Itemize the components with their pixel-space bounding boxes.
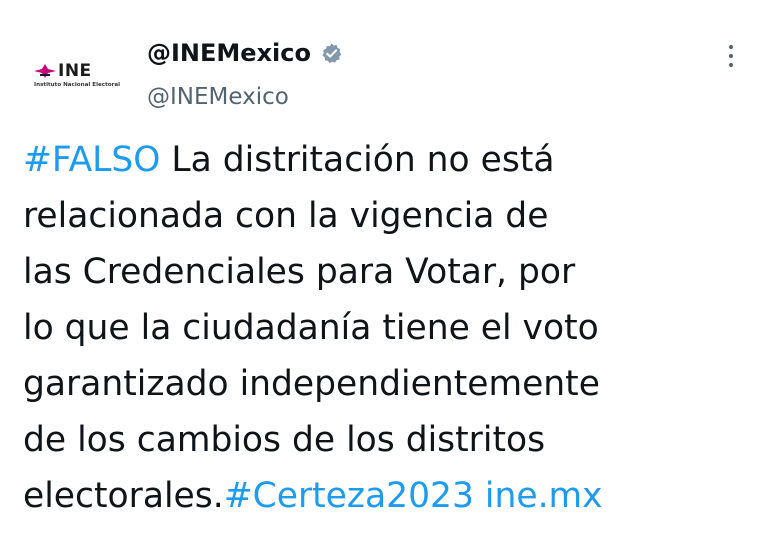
tweet-line-text: electorales. — [23, 476, 224, 516]
tweet-card: INE Instituto Nacional Electoral @INEMex… — [0, 0, 768, 533]
ine-emblem-icon — [34, 64, 56, 78]
verified-badge-icon — [322, 42, 342, 63]
tweet-line: electorales.#Certeza2023 ine.mx — [23, 468, 743, 524]
tweet-line-text: La distritación no está — [160, 140, 555, 180]
tweet-text: #FALSO La distritación no está relaciona… — [23, 132, 743, 524]
logo-wordmark: INE — [58, 61, 92, 81]
hashtag-falso[interactable]: #FALSO — [23, 140, 160, 180]
more-vertical-icon-dot — [729, 54, 733, 58]
hashtag-certeza2023[interactable]: #Certeza2023 — [224, 476, 474, 516]
author-handle[interactable]: @INEMexico — [147, 82, 289, 112]
more-options-button[interactable] — [716, 38, 746, 74]
more-vertical-icon-dot — [729, 63, 733, 67]
tweet-line: relacionada con la vigencia de — [23, 196, 549, 236]
tweet-line: de los cambios de los distritos — [23, 420, 546, 460]
author-name-row: @INEMexico — [147, 37, 343, 69]
ine-logo: INE Instituto Nacional Electoral — [30, 60, 120, 92]
display-name[interactable]: @INEMexico — [147, 38, 311, 68]
tweet-line: lo que la ciudadanía tiene el voto — [23, 308, 599, 348]
more-vertical-icon — [729, 45, 733, 49]
logo-tagline: Instituto Nacional Electoral — [34, 82, 121, 88]
tweet-line: las Credenciales para Votar, por — [23, 252, 576, 292]
link-ine-mx[interactable]: ine.mx — [474, 476, 603, 516]
tweet-line: garantizado independientemente — [23, 364, 600, 404]
tweet-line: #FALSO La distritación no está — [23, 132, 743, 188]
